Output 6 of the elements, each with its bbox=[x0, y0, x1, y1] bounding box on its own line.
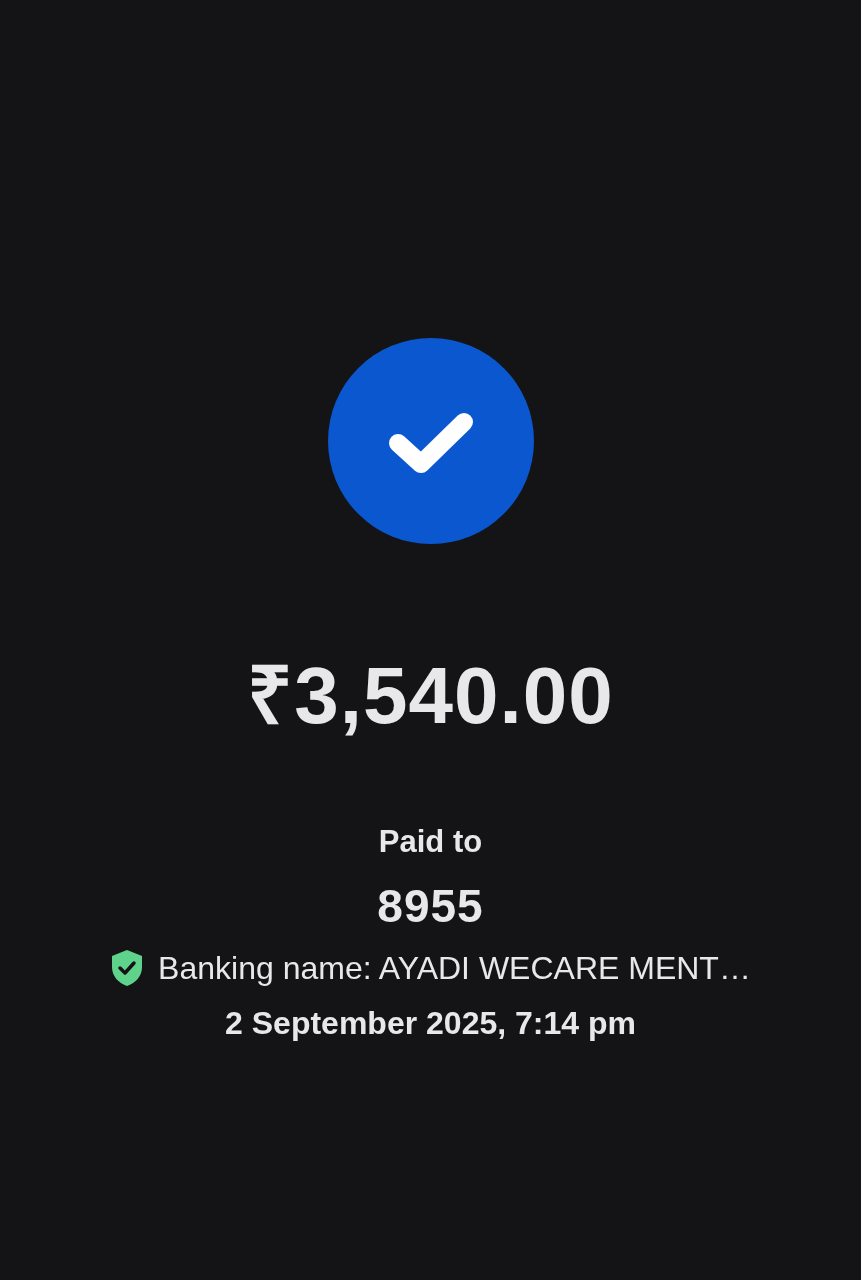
payment-date: 2 September 2025, 7:14 pm bbox=[225, 1007, 636, 1039]
banking-name: Banking name: AYADI WECARE MENT… bbox=[158, 952, 751, 984]
success-check-icon bbox=[327, 338, 534, 544]
payee: 8955 bbox=[377, 883, 484, 929]
amount: ₹3,540.00 bbox=[247, 656, 614, 736]
paid-to-label: Paid to bbox=[378, 826, 483, 857]
